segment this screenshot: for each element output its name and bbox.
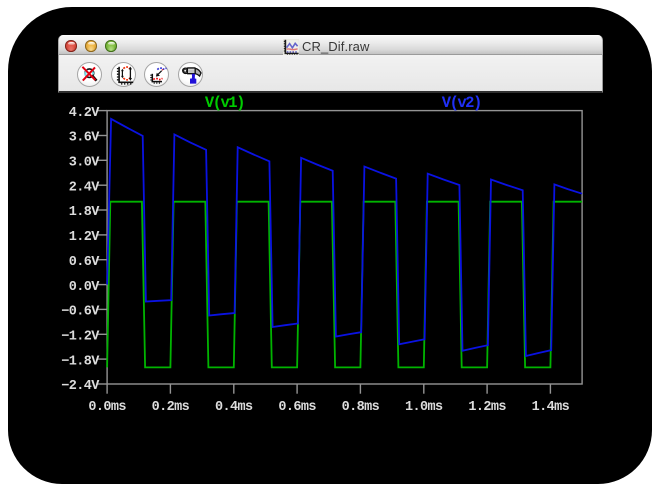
- svg-text:−1.8V: −1.8V: [61, 354, 100, 369]
- svg-text:V(v2): V(v2): [442, 94, 481, 112]
- svg-text:0.6V: 0.6V: [69, 255, 101, 270]
- svg-text:−1.2V: −1.2V: [61, 330, 100, 345]
- svg-text:2.4V: 2.4V: [69, 180, 101, 195]
- svg-text:V(v1): V(v1): [205, 94, 244, 112]
- svg-text:−2.4V: −2.4V: [61, 379, 100, 394]
- svg-text:−0.6V: −0.6V: [61, 305, 100, 320]
- svg-text:1.2V: 1.2V: [69, 230, 101, 245]
- svg-text:1.4ms: 1.4ms: [532, 400, 570, 415]
- svg-text:0.0ms: 0.0ms: [88, 400, 126, 415]
- svg-text:0.2ms: 0.2ms: [152, 400, 190, 415]
- svg-text:4.2V: 4.2V: [69, 106, 101, 121]
- svg-text:3.0V: 3.0V: [69, 156, 101, 171]
- svg-text:1.2ms: 1.2ms: [468, 400, 506, 415]
- svg-text:0.4ms: 0.4ms: [215, 400, 253, 415]
- svg-text:1.8V: 1.8V: [69, 205, 101, 220]
- svg-text:3.6V: 3.6V: [69, 131, 101, 146]
- svg-text:0.0V: 0.0V: [69, 280, 101, 295]
- svg-text:0.6ms: 0.6ms: [278, 400, 316, 415]
- svg-text:0.8ms: 0.8ms: [342, 400, 380, 415]
- svg-text:1.0ms: 1.0ms: [405, 400, 443, 415]
